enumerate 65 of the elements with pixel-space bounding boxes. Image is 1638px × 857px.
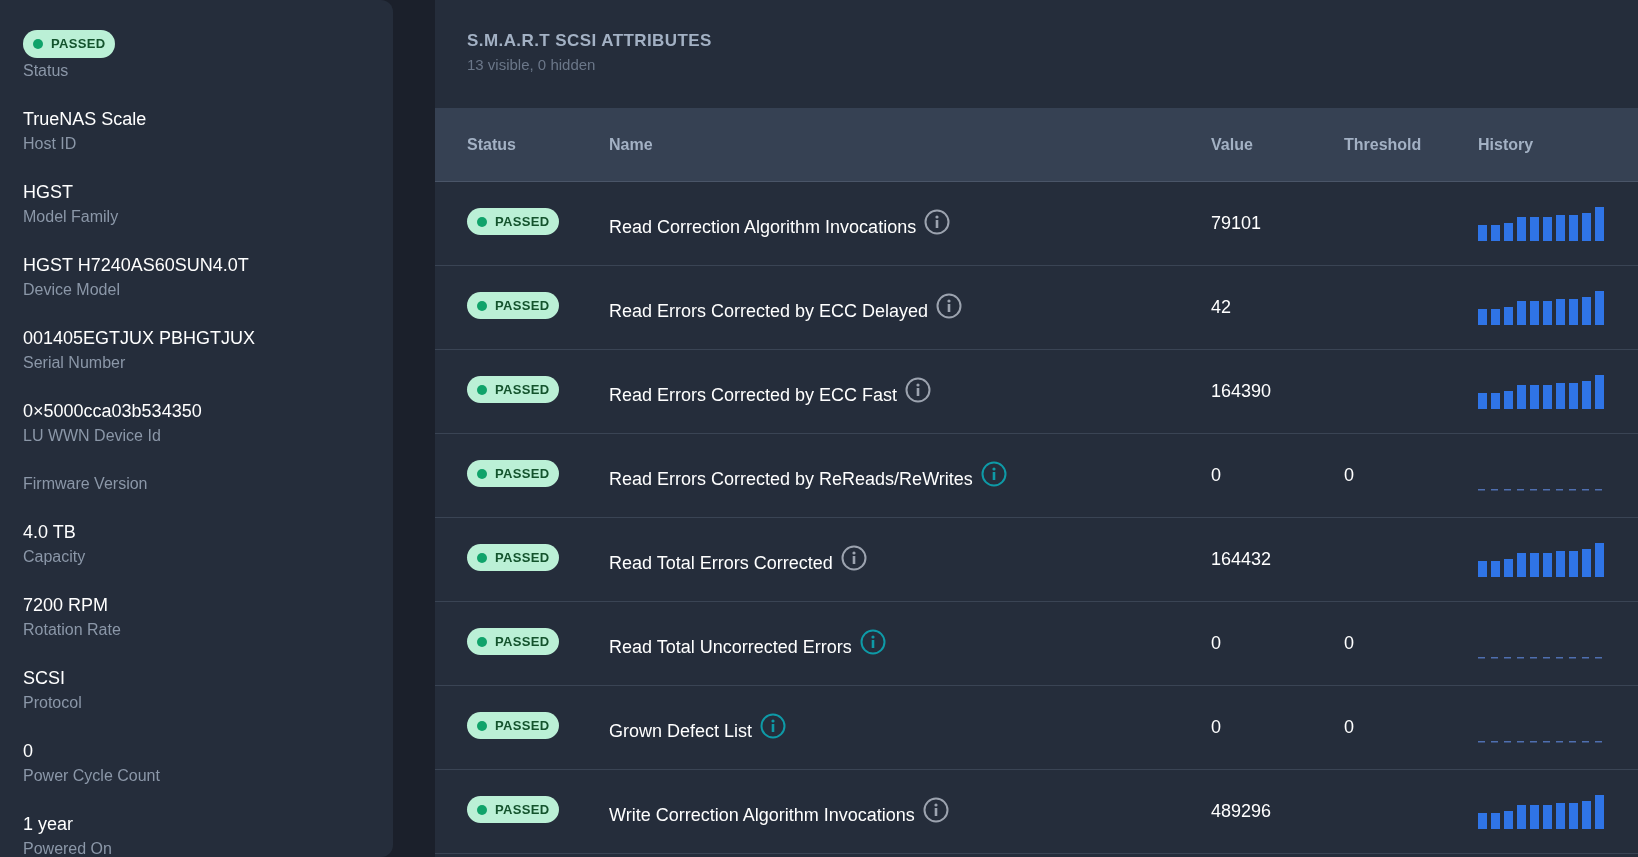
info-icon[interactable] [859,628,886,655]
attribute-value: 164390 [1211,380,1273,403]
property-value: 0 [23,739,34,763]
status-badge: PASSED [467,711,560,740]
attribute-name: Read Correction Algorithm Invocations [609,216,917,239]
attribute-value: 0 [1211,464,1222,487]
attribute-name: Read Total Errors Corrected [609,552,833,575]
status-badge: PASSED [23,30,116,58]
property-value: HGST [23,180,74,204]
property-label: Device Model [23,279,121,300]
attribute-threshold: 0 [1344,633,1354,653]
property-label: Powered On [23,838,113,857]
property-value: 7200 RPM [23,593,110,617]
property-value: 4.0 TB [23,520,77,544]
attribute-value: 489296 [1211,800,1273,823]
info-icon[interactable] [760,712,787,739]
attribute-value: 42 [1211,296,1233,319]
info-icon[interactable] [936,292,963,319]
status-badge: PASSED [467,207,560,236]
property-value: 001405EGTJUX PBHGTJUX [23,326,257,350]
property-label: Host ID [23,133,78,154]
panel-title: S.M.A.R.T SCSI ATTRIBUTES [467,30,713,52]
property-value: 1 year [23,812,75,836]
property-label: LU WWN Device Id [23,425,162,446]
attribute-threshold: 0 [1344,465,1354,485]
property-value: TrueNAS Scale [23,107,148,131]
property-label: Protocol [23,692,83,713]
property-value: 0×5000cca03b534350 [23,399,203,423]
attribute-threshold: 0 [1344,717,1354,737]
property-value: HGST H7240AS60SUN4.0T [23,253,250,277]
info-icon[interactable] [922,796,949,823]
column-header: History [1478,134,1534,155]
column-header: Threshold [1344,134,1423,155]
info-icon[interactable] [924,208,951,235]
property-label: Status [23,60,70,81]
attribute-name: Write Correction Algorithm Invocations [609,804,915,827]
attribute-value: 79101 [1211,212,1263,235]
property-value: SCSI [23,666,66,690]
status-badge: PASSED [467,543,560,572]
attribute-name: Read Errors Corrected by ECC Fast [609,384,898,407]
property-label: Firmware Version [23,473,149,494]
column-header: Name [609,134,654,155]
attribute-name: Read Total Uncorrected Errors [609,636,852,659]
property-label: Power Cycle Count [23,765,161,786]
info-icon[interactable] [905,376,932,403]
panel-subtitle: 13 visible, 0 hidden [467,54,597,75]
status-badge: PASSED [467,795,560,824]
attribute-name: Grown Defect List [609,720,753,743]
status-badge: PASSED [467,459,560,488]
property-label: Rotation Rate [23,619,122,640]
property-label: Model Family [23,206,120,227]
column-header: Value [1211,134,1254,155]
status-badge: PASSED [467,627,560,656]
status-badge: PASSED [467,375,560,404]
info-icon[interactable] [840,544,867,571]
info-icon[interactable] [980,460,1007,487]
column-header: Status [467,134,517,155]
attribute-name: Read Errors Corrected by ReReads/ReWrites [609,468,973,491]
attribute-value: 164432 [1211,548,1273,571]
status-badge: PASSED [467,291,560,320]
attribute-name: Read Errors Corrected by ECC Delayed [609,300,929,323]
property-label: Capacity [23,546,87,567]
attribute-value: 0 [1211,716,1222,739]
attribute-value: 0 [1211,632,1222,655]
property-label: Serial Number [23,352,127,373]
